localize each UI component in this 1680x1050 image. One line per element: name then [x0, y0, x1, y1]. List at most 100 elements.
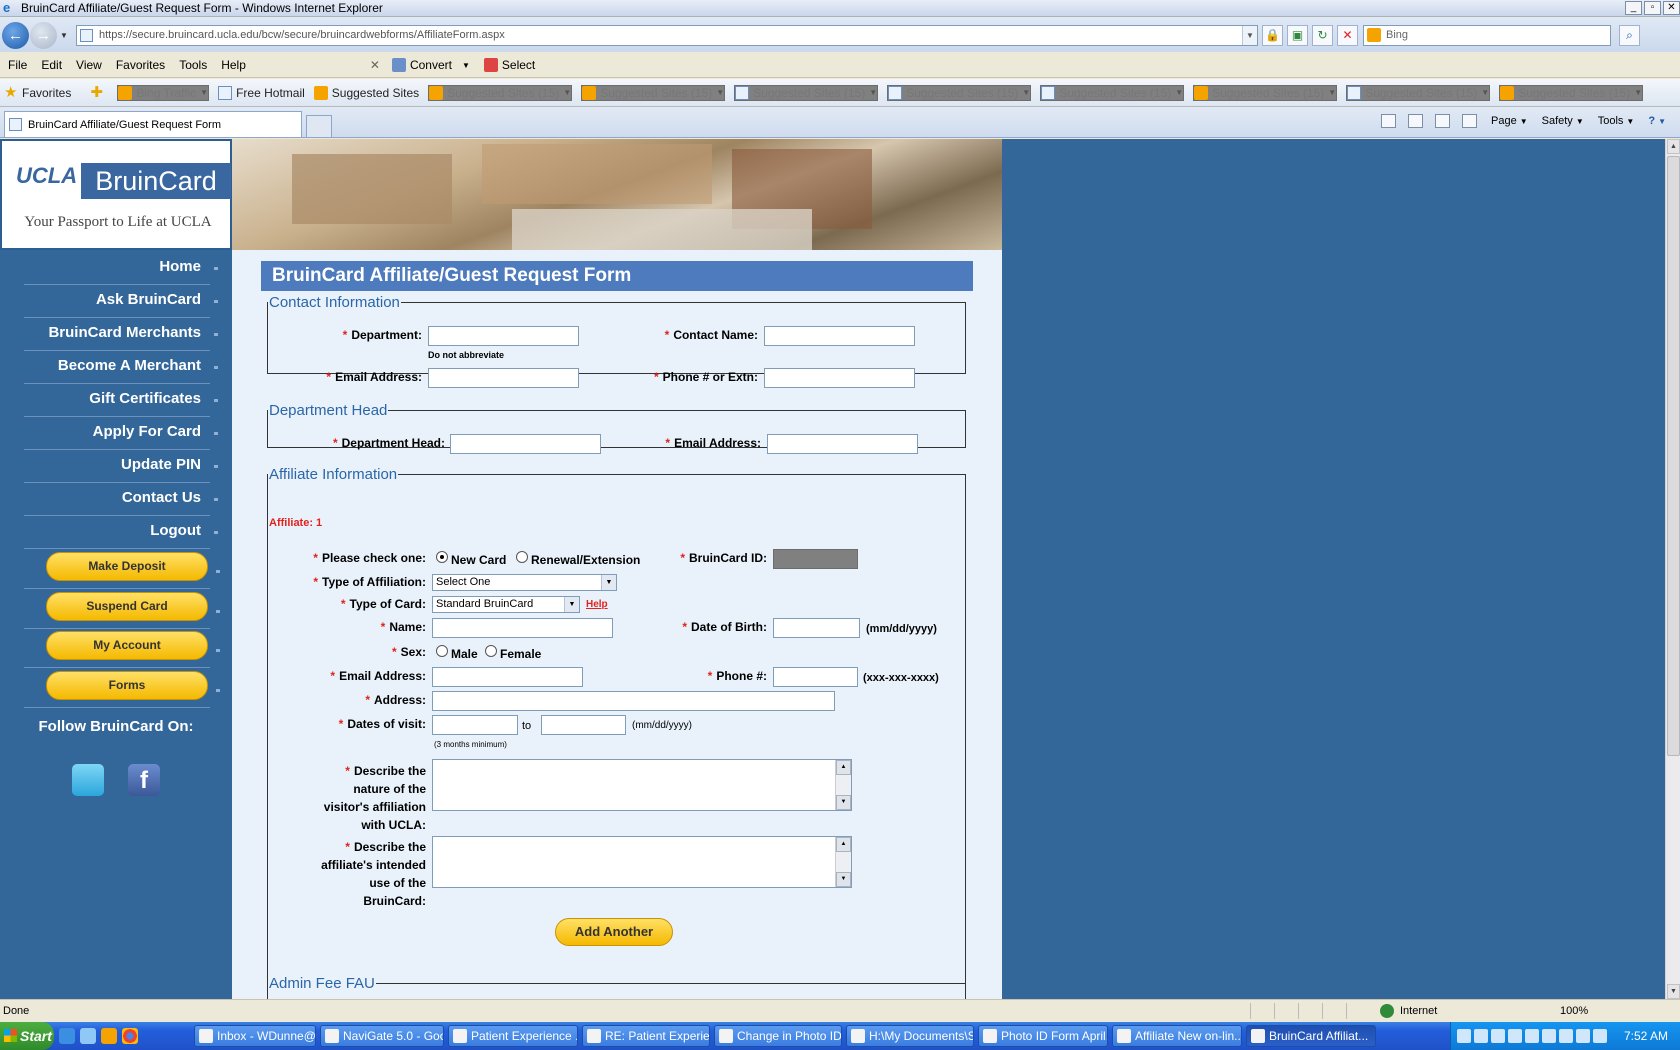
mail-icon[interactable]	[1435, 114, 1450, 128]
fav-suggested-sites[interactable]: Suggested Sites	[313, 85, 419, 100]
contact-phone-input[interactable]	[764, 368, 915, 388]
task-change-photo-id[interactable]: Change in Photo ID...	[714, 1025, 842, 1047]
scroll-up-icon[interactable]: ▲	[836, 837, 851, 852]
minimize-button[interactable]: _	[1625, 1, 1642, 15]
scroll-down-icon[interactable]: ▼	[1667, 984, 1680, 999]
bruincard-logo[interactable]: UCLA BruinCard Your Passport to Life at …	[0, 139, 232, 250]
tray-icon[interactable]	[1474, 1029, 1488, 1043]
fav-suggested-sites-15[interactable]: Suggested Sites (15) ▼	[428, 84, 573, 101]
new-tab-button[interactable]	[306, 115, 332, 137]
nav-ask-bruincard[interactable]: Ask BruinCard	[0, 285, 232, 318]
tray-icon[interactable]	[1593, 1029, 1607, 1043]
task-re-patient-experience[interactable]: RE: Patient Experie...	[582, 1025, 710, 1047]
tools-menu[interactable]: Tools ▼	[1598, 115, 1635, 127]
facebook-icon[interactable]: f	[128, 764, 160, 796]
quicklaunch-chrome-icon[interactable]	[122, 1028, 138, 1044]
tray-icon[interactable]	[1508, 1029, 1522, 1043]
feeds-icon[interactable]	[1408, 114, 1423, 128]
menu-help[interactable]: Help	[221, 58, 246, 72]
back-button[interactable]: ←	[2, 21, 29, 49]
security-zone[interactable]: Internet	[1380, 1003, 1520, 1018]
nav-home[interactable]: Home	[0, 252, 232, 285]
date-to-input[interactable]	[541, 715, 626, 735]
twitter-icon[interactable]	[72, 764, 104, 796]
tray-icon[interactable]	[1491, 1029, 1505, 1043]
convert-button[interactable]: Convert ▼	[391, 58, 470, 72]
tray-icon[interactable]	[1525, 1029, 1539, 1043]
task-navigate[interactable]: NaviGate 5.0 - Goo...	[320, 1025, 444, 1047]
nav-contact-us[interactable]: Contact Us	[0, 483, 232, 516]
use-textarea[interactable]: ▲ ▼	[432, 836, 852, 888]
scroll-up-icon[interactable]: ▲	[1667, 139, 1680, 154]
task-photo-id-form[interactable]: Photo ID Form April...	[978, 1025, 1108, 1047]
female-radio[interactable]	[485, 645, 497, 657]
nav-bruincard-merchants[interactable]: BruinCard Merchants	[0, 318, 232, 351]
suspend-card-button[interactable]: Suspend Card	[46, 592, 208, 621]
page-scrollbar[interactable]: ▲ ▼	[1665, 139, 1680, 999]
affiliate-email-input[interactable]	[432, 667, 583, 687]
select-button[interactable]: Select	[483, 58, 535, 72]
nav-gift-certificates[interactable]: Gift Certificates	[0, 384, 232, 417]
fav-suggested-sites-15[interactable]: Suggested Sites (15) ▼	[887, 84, 1032, 101]
nature-textarea[interactable]: ▲ ▼	[432, 759, 852, 811]
compat-view-icon[interactable]: ▣	[1287, 24, 1308, 46]
affiliate-phone-input[interactable]	[773, 667, 858, 687]
nav-become-merchant[interactable]: Become A Merchant	[0, 351, 232, 384]
tab-bruincard-form[interactable]: BruinCard Affiliate/Guest Request Form	[4, 111, 302, 137]
quicklaunch-ie2-icon[interactable]	[80, 1028, 96, 1044]
my-account-button[interactable]: My Account	[46, 631, 208, 660]
help-icon[interactable]: ? ▼	[1648, 115, 1666, 127]
dept-head-input[interactable]	[450, 434, 601, 454]
url-text[interactable]: https://secure.bruincard.ucla.edu/bcw/se…	[99, 29, 1242, 41]
menu-tools[interactable]: Tools	[179, 58, 207, 72]
history-dropdown[interactable]: ▼	[58, 31, 70, 40]
forward-button[interactable]: →	[30, 21, 57, 49]
refresh-icon[interactable]: ↻	[1312, 24, 1333, 46]
close-button[interactable]: ✕	[1663, 1, 1680, 15]
menu-favorites[interactable]: Favorites	[116, 58, 165, 72]
lock-icon[interactable]: 🔒	[1262, 24, 1283, 46]
quicklaunch-ie-icon[interactable]	[59, 1028, 75, 1044]
dept-head-email-input[interactable]	[767, 434, 918, 454]
type-card-select[interactable]: Standard BruinCard ▼	[432, 596, 580, 613]
quicklaunch-outlook-icon[interactable]	[101, 1028, 117, 1044]
search-box[interactable]: Bing	[1363, 24, 1611, 46]
menu-edit[interactable]: Edit	[41, 58, 62, 72]
tray-icon[interactable]	[1559, 1029, 1573, 1043]
scroll-up-icon[interactable]: ▲	[836, 760, 851, 775]
menu-view[interactable]: View	[76, 58, 102, 72]
date-from-input[interactable]	[432, 715, 518, 735]
new-card-radio[interactable]	[436, 551, 448, 563]
scroll-thumb[interactable]	[1667, 156, 1680, 756]
contact-email-input[interactable]	[428, 368, 579, 388]
address-bar[interactable]: https://secure.bruincard.ucla.edu/bcw/se…	[76, 24, 1258, 46]
scroll-down-icon[interactable]: ▼	[836, 872, 851, 887]
nav-update-pin[interactable]: Update PIN	[0, 450, 232, 483]
task-bruincard-affiliate[interactable]: BruinCard Affiliat...	[1246, 1025, 1376, 1047]
add-favorite-button[interactable]: ✚	[90, 85, 108, 100]
favorites-button[interactable]: ★ Favorites	[4, 85, 71, 100]
safety-menu[interactable]: Safety ▼	[1542, 115, 1584, 127]
scroll-down-icon[interactable]: ▼	[836, 795, 851, 810]
menu-file[interactable]: File	[8, 58, 27, 72]
address-input[interactable]	[432, 691, 835, 711]
fav-suggested-sites-15[interactable]: Suggested Sites (15) ▼	[734, 84, 879, 101]
print-icon[interactable]	[1462, 114, 1477, 128]
fav-free-hotmail[interactable]: Free Hotmail	[218, 85, 305, 100]
zoom-level[interactable]: 100%	[1560, 1005, 1588, 1017]
nav-logout[interactable]: Logout	[0, 516, 232, 549]
task-patient-experience[interactable]: Patient Experience ...	[448, 1025, 578, 1047]
fav-suggested-sites-15[interactable]: Suggested Sites (15) ▼	[581, 84, 726, 101]
nav-apply-for-card[interactable]: Apply For Card	[0, 417, 232, 450]
fav-suggested-sites-15[interactable]: Suggested Sites (15) ▼	[1346, 84, 1491, 101]
add-another-button[interactable]: Add Another	[555, 918, 673, 946]
tray-icon[interactable]	[1576, 1029, 1590, 1043]
task-affiliate-new[interactable]: Affiliate New on-lin...	[1112, 1025, 1242, 1047]
task-my-documents[interactable]: H:\My Documents\S...	[846, 1025, 974, 1047]
maximize-button[interactable]: ▫	[1644, 1, 1661, 15]
page-menu[interactable]: Page ▼	[1491, 115, 1528, 127]
dob-input[interactable]	[773, 618, 860, 638]
home-icon[interactable]	[1381, 114, 1396, 128]
renewal-radio[interactable]	[516, 551, 528, 563]
address-dropdown[interactable]: ▼	[1242, 25, 1257, 45]
